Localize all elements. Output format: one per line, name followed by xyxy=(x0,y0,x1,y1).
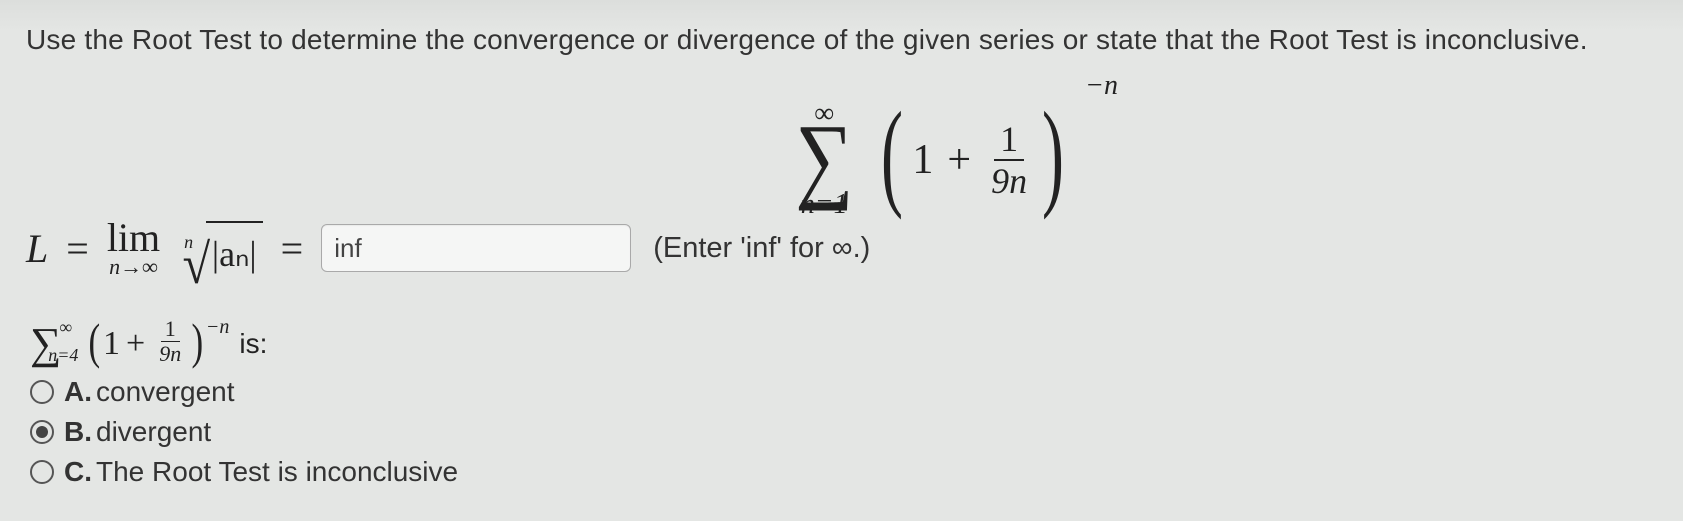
one2: 1 xyxy=(103,325,120,363)
option-c[interactable]: C.The Root Test is inconclusive xyxy=(30,456,458,488)
frac2-num: 1 xyxy=(161,318,180,342)
opt-c-letter: C. xyxy=(64,456,92,487)
plus2: + xyxy=(126,325,145,363)
radio-b[interactable] xyxy=(30,420,54,444)
sigma-symbol: ∑ xyxy=(795,124,853,191)
option-a[interactable]: A.convergent xyxy=(30,376,458,408)
exp2: −n xyxy=(206,316,230,339)
radicand: |aₙ| xyxy=(206,221,263,275)
paren-content: 1 + 1 9n xyxy=(912,121,1033,199)
L-symbol: L xyxy=(26,225,48,272)
lim-sub: n→∞ xyxy=(109,256,158,278)
lim-text: lim xyxy=(107,218,160,258)
radical-symbol: √ xyxy=(183,251,211,279)
opt-b-letter: B. xyxy=(64,416,92,447)
lp2: ( xyxy=(89,329,101,354)
term-one: 1 xyxy=(912,136,933,184)
frac-den: 9n xyxy=(985,161,1033,199)
opt-c-text: The Root Test is inconclusive xyxy=(96,456,458,487)
sigma-block: ∞ ∑ n=1 xyxy=(790,100,858,219)
frac2-den: 9n xyxy=(155,342,185,365)
root-block: n √ |aₙ| xyxy=(172,221,262,275)
limit-row: L = lim n→∞ n √ |aₙ| = (Enter 'inf' for … xyxy=(26,218,870,278)
eq2: = xyxy=(281,225,304,272)
right-paren: ) xyxy=(1042,124,1064,184)
option-b[interactable]: B.divergent xyxy=(30,416,458,448)
lim-block: lim n→∞ xyxy=(107,218,160,278)
series-exponent: −n xyxy=(1085,70,1118,102)
question-page: Use the Root Test to determine the conve… xyxy=(0,0,1683,521)
series-parens: ( 1 + 1 9n ) xyxy=(872,100,1073,220)
rp2: ) xyxy=(192,329,204,354)
eq1: = xyxy=(66,225,89,272)
options-group: A.convergent B.divergent C.The Root Test… xyxy=(30,376,458,496)
term-plus: + xyxy=(947,136,971,184)
sigma2-lower: n=4 xyxy=(48,345,78,366)
main-series: ∞ ∑ n=1 ( 1 + 1 9n ) −n xyxy=(790,100,1120,220)
limit-input[interactable] xyxy=(321,224,631,272)
series-repeat: ∑ ∞ n=4 ( 1 + 1 9n ) −n is: xyxy=(30,318,267,369)
is-label: is: xyxy=(239,328,267,360)
instruction-text: Use the Root Test to determine the conve… xyxy=(26,24,1657,56)
frac2: 1 9n xyxy=(155,318,185,365)
inf-hint: (Enter 'inf' for ∞.) xyxy=(653,232,870,265)
sigma2-upper: ∞ xyxy=(59,317,72,338)
opt-a-letter: A. xyxy=(64,376,92,407)
term-fraction: 1 9n xyxy=(985,121,1033,199)
left-paren: ( xyxy=(881,124,903,184)
radio-a[interactable] xyxy=(30,380,54,404)
frac-num: 1 xyxy=(994,121,1024,161)
radio-c[interactable] xyxy=(30,460,54,484)
opt-b-text: divergent xyxy=(96,416,211,447)
opt-a-text: convergent xyxy=(96,376,235,407)
